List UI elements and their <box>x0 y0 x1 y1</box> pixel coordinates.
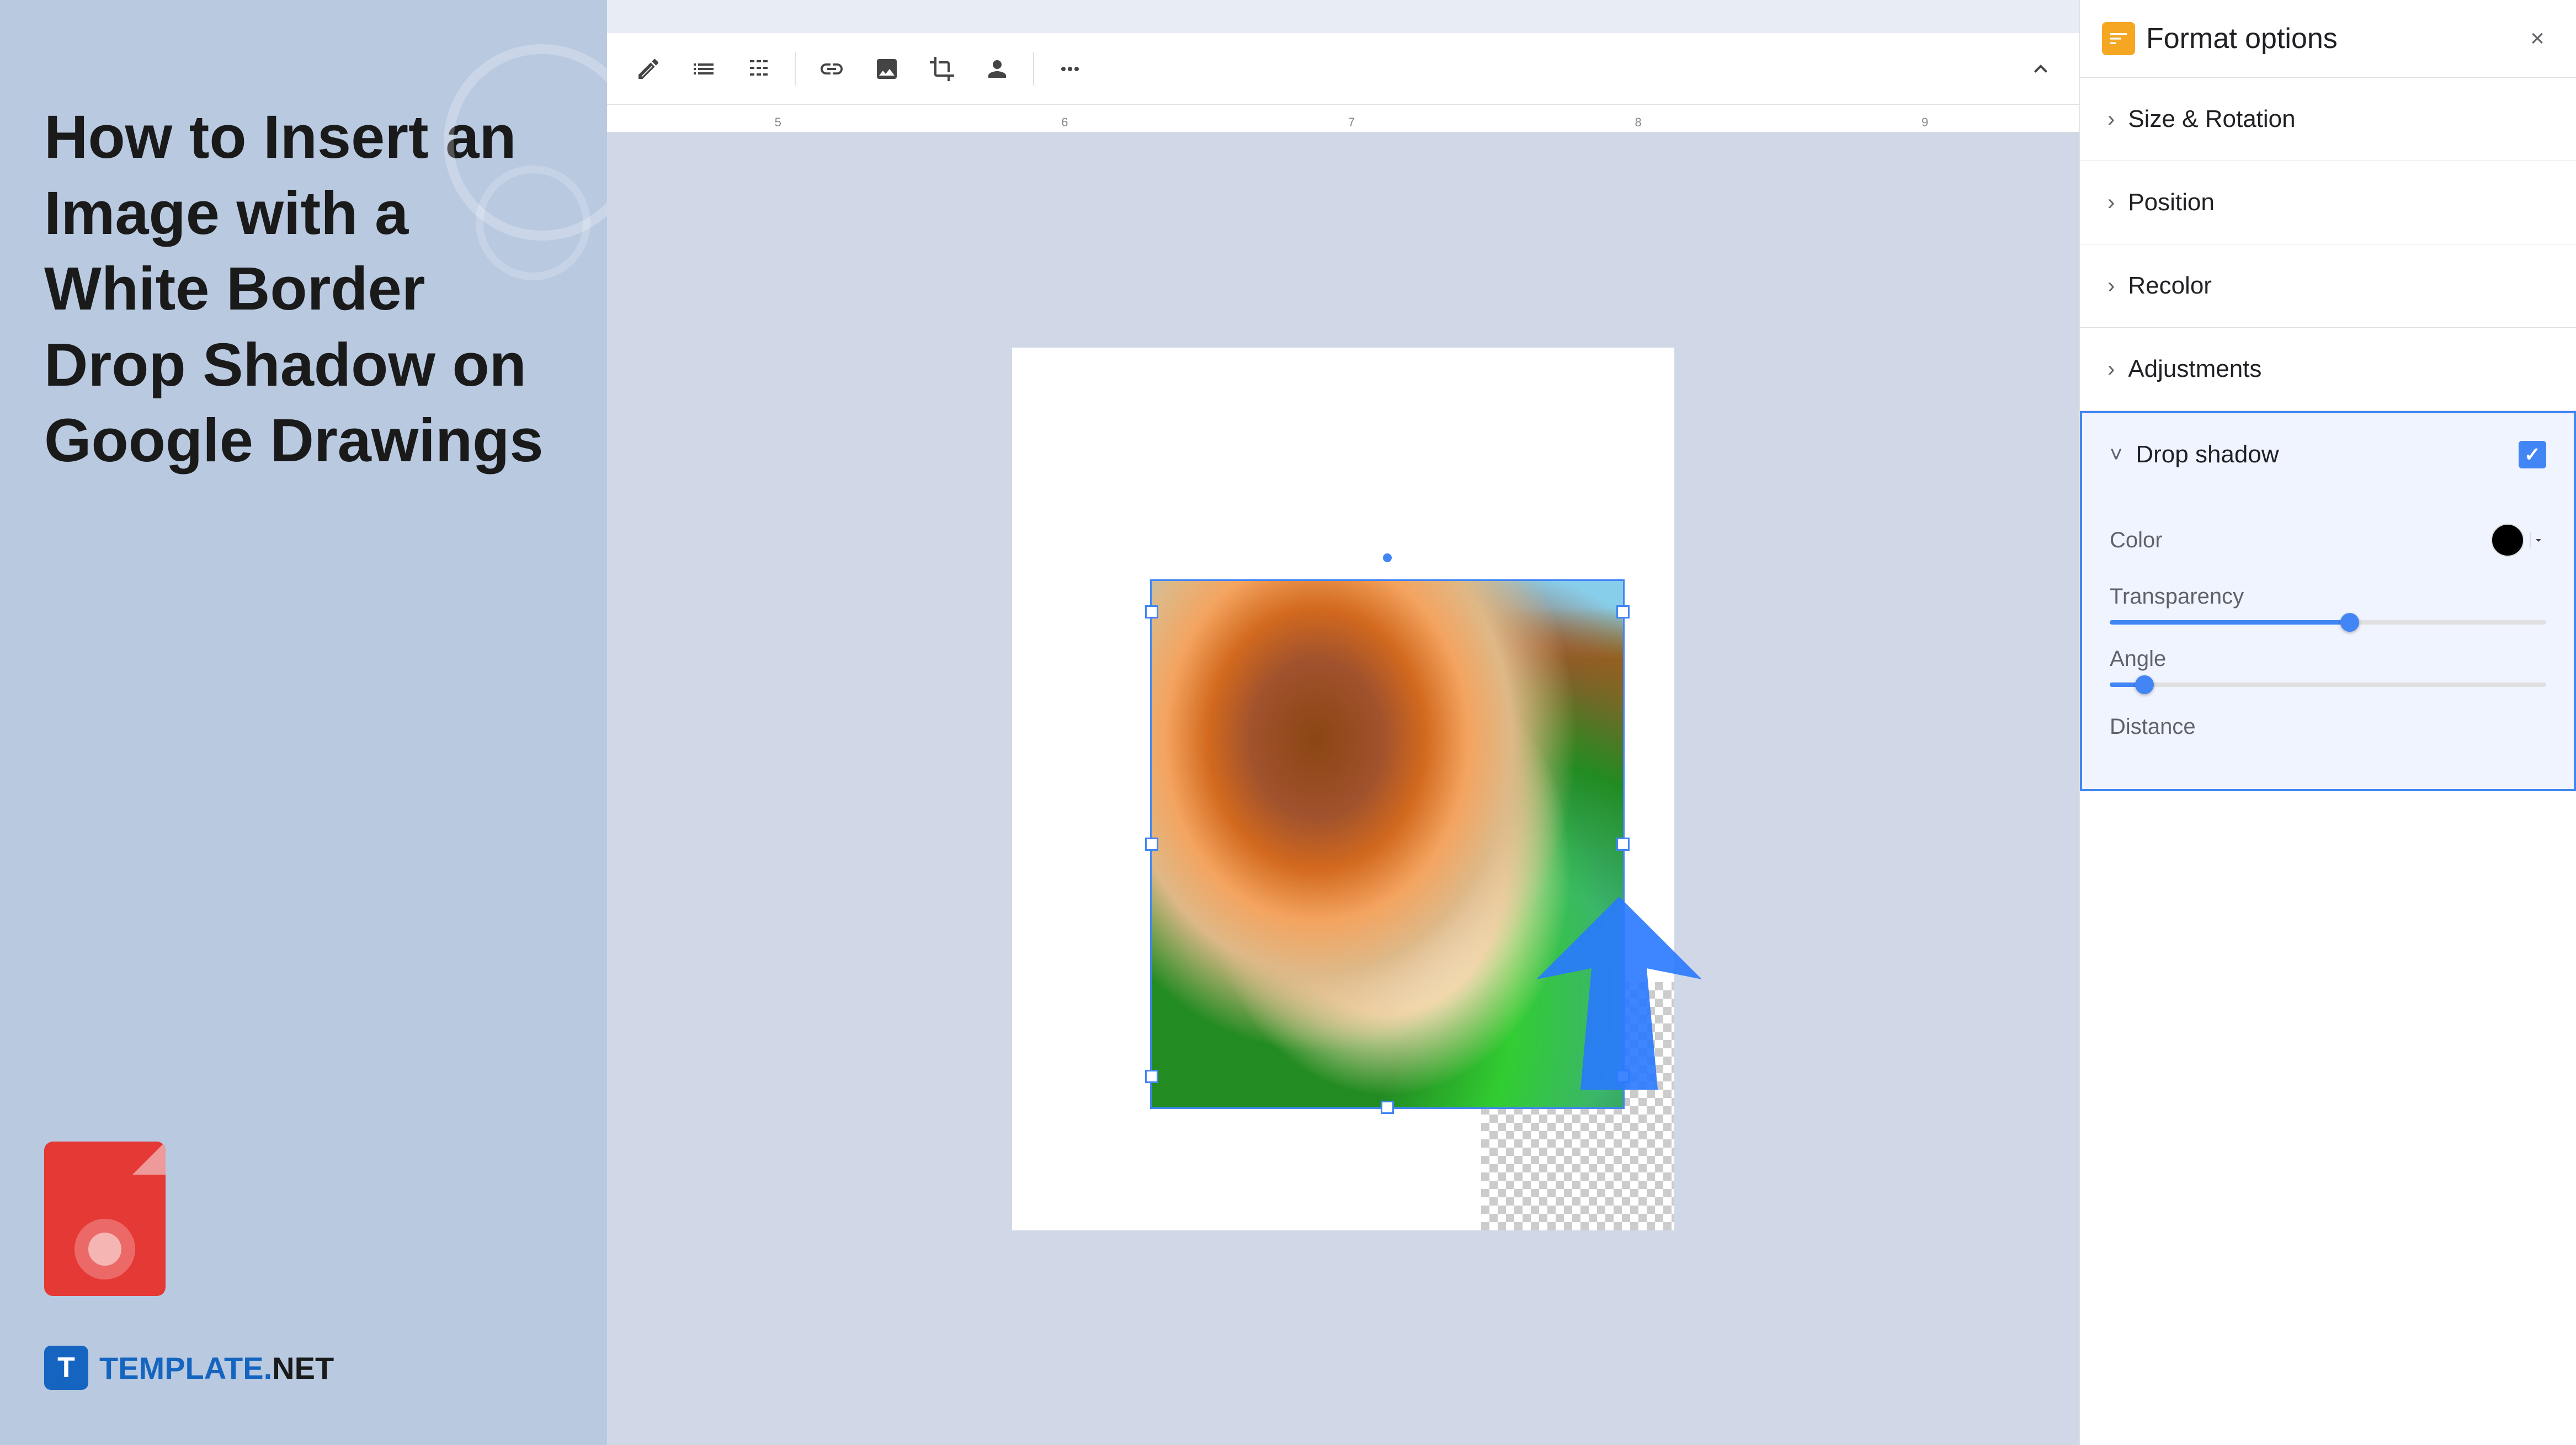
selection-handle-bot-left[interactable] <box>1145 1070 1158 1083</box>
drop-shadow-header[interactable]: ˅ Drop shadow <box>2082 413 2574 496</box>
crop-icon[interactable] <box>923 50 961 88</box>
color-label: Color <box>2110 528 2248 553</box>
recolor-label: Recolor <box>2128 272 2212 300</box>
distance-row: Distance <box>2110 698 2546 756</box>
size-rotation-chevron: › <box>2107 107 2115 132</box>
format-close-button[interactable]: × <box>2521 22 2554 55</box>
recolor-section: › Recolor <box>2080 244 2576 328</box>
ruler-mark-6: 6 <box>922 115 1209 132</box>
selection-handle-bot-center[interactable] <box>1381 1101 1394 1114</box>
link-icon[interactable] <box>812 50 851 88</box>
transparency-track[interactable] <box>2110 620 2546 625</box>
selection-handle-mid-right[interactable] <box>1616 838 1630 851</box>
drop-shadow-section: ˅ Drop shadow Color <box>2080 411 2576 791</box>
transparency-label: Transparency <box>2110 584 2546 609</box>
canvas-white <box>1012 348 1674 1230</box>
adjustments-label: Adjustments <box>2128 355 2261 383</box>
angle-label: Angle <box>2110 647 2546 671</box>
position-label: Position <box>2128 189 2215 216</box>
adjustments-chevron: › <box>2107 357 2115 382</box>
format-options-icon <box>2102 22 2135 55</box>
size-rotation-section: › Size & Rotation <box>2080 78 2576 161</box>
ruler-mark-9: 9 <box>1781 115 2068 132</box>
toolbar-separator-1 <box>795 52 796 86</box>
selection-handle-top-left[interactable] <box>1145 605 1158 618</box>
bottom-logo-area: T TEMPLATE.NET <box>44 1142 334 1390</box>
grid-icon[interactable] <box>739 50 778 88</box>
color-row: Color <box>2110 507 2546 573</box>
selection-handle-top-right[interactable] <box>1616 605 1630 618</box>
drawing-canvas[interactable] <box>607 132 2079 1445</box>
size-rotation-label: Size & Rotation <box>2128 105 2295 133</box>
ruler-mark-5: 5 <box>635 115 922 132</box>
format-sections: › Size & Rotation › Position › Recolor <box>2080 78 2576 1445</box>
transparency-slider-row: Transparency <box>2110 573 2546 636</box>
format-panel-title: Format options <box>2146 22 2510 55</box>
size-rotation-header[interactable]: › Size & Rotation <box>2080 78 2576 161</box>
format-options-panel: Format options × › Size & Rotation › Pos… <box>2079 0 2576 1445</box>
color-dropdown-arrow[interactable] <box>2530 532 2546 548</box>
file-circle <box>74 1219 135 1279</box>
article-title: How to Insert an Image with a White Bord… <box>44 99 544 479</box>
selection-handle-mid-left[interactable] <box>1145 838 1158 851</box>
transparency-fill <box>2110 620 2350 625</box>
adjustments-header[interactable]: › Adjustments <box>2080 328 2576 410</box>
ruler: 5 6 7 8 9 <box>607 105 2079 132</box>
recolor-header[interactable]: › Recolor <box>2080 244 2576 327</box>
color-picker[interactable] <box>2491 524 2546 557</box>
drop-shadow-content: Color Transparency <box>2082 496 2574 789</box>
left-panel: How to Insert an Image with a White Bord… <box>0 0 607 1445</box>
distance-label: Distance <box>2110 714 2196 739</box>
canvas-area: 5 6 7 8 9 <box>607 0 2079 1445</box>
align-icon[interactable] <box>684 50 723 88</box>
drawings-icon <box>44 1142 188 1313</box>
logo-text: TEMPLATE.NET <box>99 1350 334 1386</box>
right-content: 5 6 7 8 9 <box>607 0 2576 1445</box>
drop-shadow-checkbox[interactable] <box>2519 441 2546 468</box>
toolbar <box>607 33 2079 105</box>
position-chevron: › <box>2107 190 2115 215</box>
angle-track[interactable] <box>2110 682 2546 687</box>
file-corner <box>132 1142 166 1175</box>
more-icon[interactable] <box>1051 50 1089 88</box>
ruler-marks: 5 6 7 8 9 <box>635 105 2068 132</box>
toolbar-separator-2 <box>1033 52 1034 86</box>
photo-icon[interactable] <box>978 50 1016 88</box>
format-panel-header: Format options × <box>2080 0 2576 78</box>
drop-shadow-label: Drop shadow <box>2136 441 2279 468</box>
transparency-thumb[interactable] <box>2340 613 2359 632</box>
position-section: › Position <box>2080 161 2576 244</box>
angle-slider-row: Angle <box>2110 636 2546 698</box>
file-body <box>44 1142 166 1296</box>
selection-handle-top-center[interactable] <box>1383 553 1392 562</box>
annotation-arrow <box>1536 897 1702 1092</box>
collapse-toolbar-icon[interactable] <box>2024 52 2057 86</box>
ruler-mark-7: 7 <box>1208 115 1495 132</box>
angle-thumb[interactable] <box>2135 675 2154 694</box>
drop-shadow-chevron: ˅ <box>2110 442 2122 467</box>
recolor-chevron: › <box>2107 274 2115 298</box>
adjustments-section: › Adjustments <box>2080 328 2576 411</box>
ruler-mark-8: 8 <box>1495 115 1782 132</box>
image-icon[interactable] <box>867 50 906 88</box>
template-logo: T TEMPLATE.NET <box>44 1346 334 1390</box>
color-swatch[interactable] <box>2491 524 2524 557</box>
t-logo-box: T <box>44 1346 88 1390</box>
position-header[interactable]: › Position <box>2080 161 2576 244</box>
edit-icon[interactable] <box>629 50 668 88</box>
